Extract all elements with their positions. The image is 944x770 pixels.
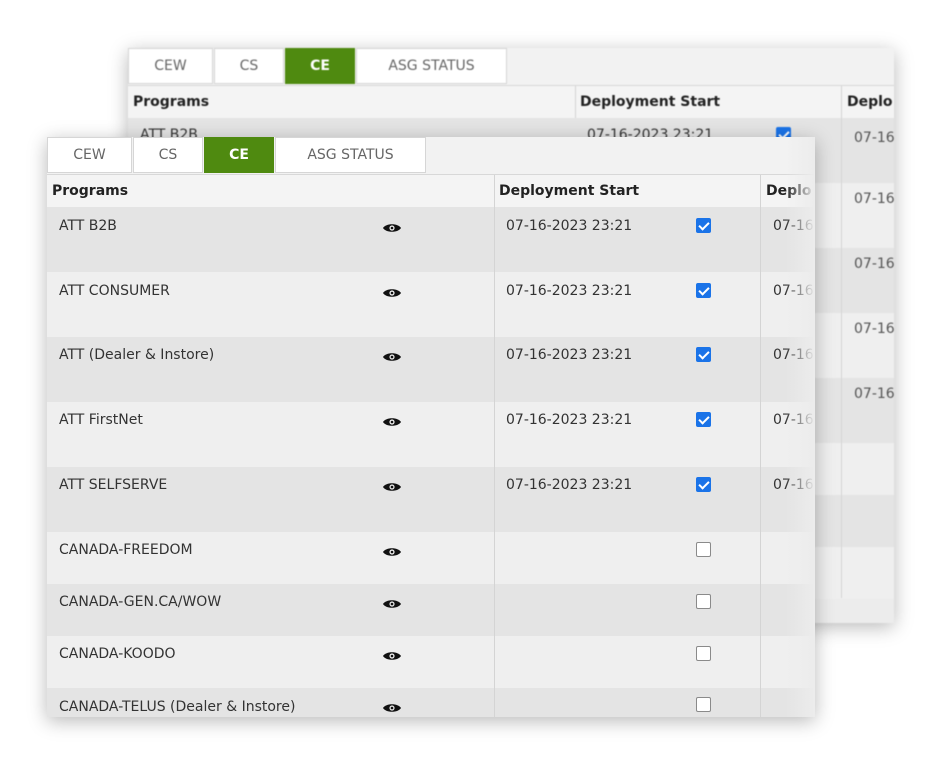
column-divider (760, 207, 761, 272)
column-divider (760, 532, 761, 584)
deployment-end-date: 07-16-2 (854, 130, 894, 146)
program-name: ATT FirstNet (59, 412, 143, 428)
program-name: CANADA-KOODO (59, 646, 176, 662)
tab-ce[interactable]: CE (204, 137, 274, 173)
column-divider (760, 636, 761, 688)
column-divider (841, 118, 842, 598)
column-divider (494, 584, 495, 636)
checkbox-icon[interactable] (696, 697, 711, 712)
checkbox-icon[interactable] (696, 283, 711, 298)
deployment-end-date: 07-16-2 (854, 256, 894, 272)
column-divider (494, 402, 495, 467)
deployment-end-date: 07-16-2 (854, 386, 894, 402)
header-deployment-start: Deployment Start (499, 183, 640, 199)
header-deployment-end: Deplo (847, 94, 893, 110)
tab-ce[interactable]: CE (285, 48, 355, 84)
deployment-start-date: 07-16-2023 23:21 (506, 477, 633, 493)
column-divider (494, 272, 495, 337)
eye-icon[interactable] (382, 222, 402, 234)
table-row[interactable]: ATT CONSUMER 07-16-2023 23:21 07-16 (47, 272, 815, 337)
eye-icon[interactable] (382, 598, 402, 610)
checkbox-icon[interactable] (696, 594, 711, 609)
table-row[interactable]: CANADA-FREEDOM (47, 532, 815, 584)
column-divider (760, 688, 761, 717)
column-divider (760, 584, 761, 636)
program-name: CANADA-GEN.CA/WOW (59, 594, 222, 610)
deployment-end-date: 07-16-2 (854, 191, 894, 207)
column-divider (494, 337, 495, 402)
deployment-start-date: 07-16-2023 23:21 (506, 412, 633, 428)
table-row[interactable]: ATT (Dealer & Instore) 07-16-2023 23:21 … (47, 337, 815, 402)
column-divider (494, 532, 495, 584)
tab-bar: CEW CS CE ASG STATUS (128, 48, 894, 85)
column-divider (494, 467, 495, 532)
eye-icon[interactable] (382, 702, 402, 714)
header-programs: Programs (133, 94, 210, 110)
column-divider (760, 402, 761, 467)
checkbox-icon[interactable] (696, 542, 711, 557)
tab-bar: CEW CS CE ASG STATUS (47, 137, 815, 174)
program-name: CANADA-TELUS (Dealer & Instore) (59, 699, 296, 715)
table-row[interactable]: CANADA-KOODO (47, 636, 815, 688)
table-row[interactable]: ATT B2B 07-16-2023 23:21 07-16 (47, 207, 815, 272)
column-divider (575, 86, 576, 118)
checkbox-icon[interactable] (696, 218, 711, 233)
deployment-start-date: 07-16-2023 23:21 (506, 218, 633, 234)
tab-cs[interactable]: CS (214, 48, 284, 84)
deployment-end-date: 07-16-2 (854, 321, 894, 337)
tab-asg-status[interactable]: ASG STATUS (356, 48, 507, 84)
program-name: ATT SELFSERVE (59, 477, 168, 493)
column-divider (494, 175, 495, 207)
program-name: ATT B2B (59, 218, 117, 234)
checkbox-icon[interactable] (696, 646, 711, 661)
table-row[interactable]: CANADA-TELUS (Dealer & Instore) (47, 688, 815, 717)
column-divider (760, 337, 761, 402)
column-divider (494, 207, 495, 272)
checkbox-icon[interactable] (696, 477, 711, 492)
checkbox-icon[interactable] (696, 347, 711, 362)
column-divider (841, 86, 842, 118)
tab-cew[interactable]: CEW (128, 48, 213, 84)
eye-icon[interactable] (382, 416, 402, 428)
column-divider (760, 272, 761, 337)
table-header: Programs Deployment Start Deplo (47, 174, 815, 208)
program-name: ATT (Dealer & Instore) (59, 347, 215, 363)
table-row[interactable]: ATT SELFSERVE 07-16-2023 23:21 07-16 (47, 467, 815, 532)
program-name: CANADA-FREEDOM (59, 542, 193, 558)
header-programs: Programs (52, 183, 129, 199)
eye-icon[interactable] (382, 351, 402, 363)
deployment-start-date: 07-16-2023 23:21 (506, 347, 633, 363)
tab-cew[interactable]: CEW (47, 137, 132, 173)
column-divider (494, 636, 495, 688)
column-divider (760, 467, 761, 532)
table-row[interactable]: ATT FirstNet 07-16-2023 23:21 07-16 (47, 402, 815, 467)
table-row[interactable]: CANADA-GEN.CA/WOW (47, 584, 815, 636)
tab-asg-status[interactable]: ASG STATUS (275, 137, 426, 173)
edge-fade (785, 137, 815, 717)
programs-table-panel: CEW CS CE ASG STATUS Programs Deployment… (47, 137, 815, 717)
column-divider (494, 688, 495, 717)
deployment-start-date: 07-16-2023 23:21 (506, 283, 633, 299)
eye-icon[interactable] (382, 481, 402, 493)
eye-icon[interactable] (382, 287, 402, 299)
checkbox-icon[interactable] (696, 412, 711, 427)
eye-icon[interactable] (382, 650, 402, 662)
table-header: Programs Deployment Start Deplo (128, 85, 894, 119)
tab-cs[interactable]: CS (133, 137, 203, 173)
eye-icon[interactable] (382, 546, 402, 558)
header-deployment-start: Deployment Start (580, 94, 721, 110)
program-name: ATT CONSUMER (59, 283, 170, 299)
column-divider (760, 175, 761, 207)
